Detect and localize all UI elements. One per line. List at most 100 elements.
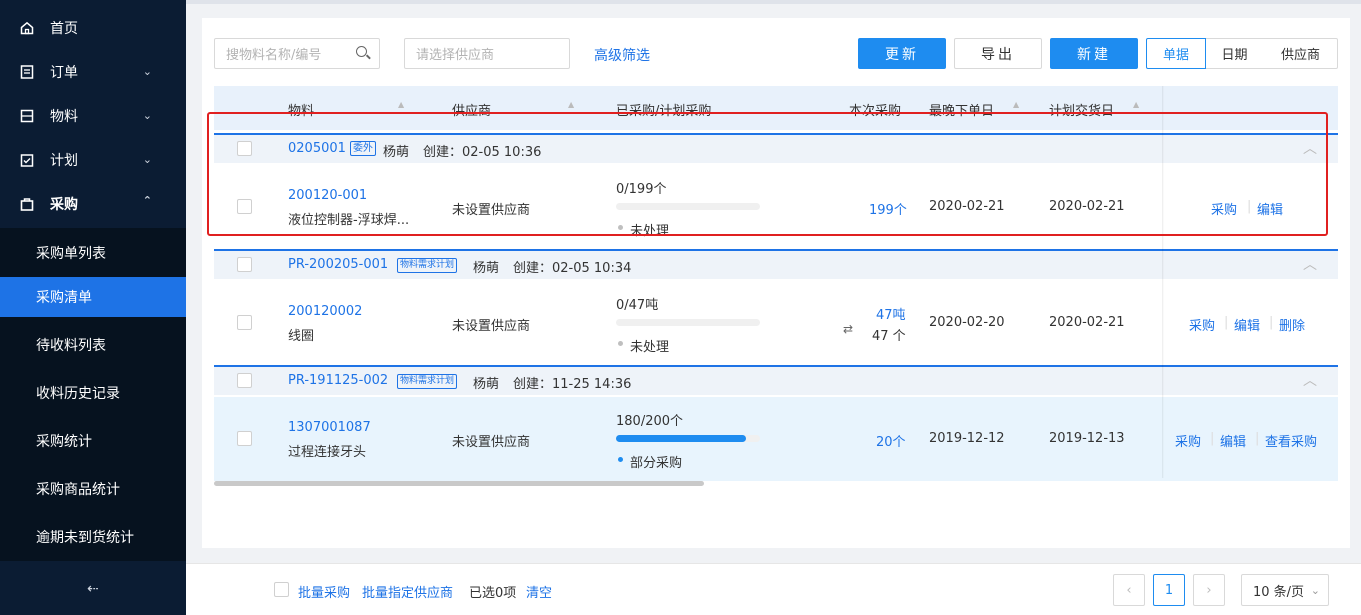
page-number-button[interactable]: 1 <box>1153 574 1185 606</box>
prev-page-button[interactable]: ‹ <box>1113 574 1145 606</box>
sidebar-item-order[interactable]: 订单 ⌄ <box>0 50 186 94</box>
action-divider: | <box>1210 431 1215 446</box>
batch-supplier-button[interactable]: 批量指定供应商 <box>362 582 453 601</box>
sidebar-sub-pending-receipt[interactable]: 待收料列表 <box>0 325 186 365</box>
collapse-sidebar-button[interactable]: ⇠ <box>0 563 186 615</box>
progress-fill <box>616 435 746 442</box>
bag-icon <box>20 198 34 211</box>
action-divider: | <box>1269 315 1274 330</box>
action-divider: | <box>1255 431 1260 446</box>
plan-icon <box>20 154 34 167</box>
supplier-placeholder: 请选择供应商 <box>416 48 495 63</box>
material-icon <box>20 109 34 123</box>
chevron-down-icon: ⌄ <box>1310 583 1320 597</box>
sidebar-sub-purchase-goods-stats[interactable]: 采购商品统计 <box>0 469 186 509</box>
sidebar-item-home[interactable]: 首页 <box>0 6 186 50</box>
group-checkbox[interactable] <box>237 373 252 388</box>
table-row <box>214 397 1338 481</box>
status-dot <box>618 341 623 346</box>
group-created: 创建：02-05 10:34 <box>513 261 632 276</box>
sidebar-item-material[interactable]: 物料 ⌄ <box>0 94 186 138</box>
row-checkbox[interactable] <box>237 431 252 446</box>
progress-text: 180/200个 <box>616 414 684 429</box>
sidebar-sub-purchase-order-list[interactable]: 采购单列表 <box>0 233 186 273</box>
supplier-cell: 未设置供应商 <box>452 435 531 450</box>
chevron-down-icon: ⌄ <box>142 153 152 166</box>
top-divider <box>186 0 1361 4</box>
material-name: 过程连接牙头 <box>288 445 367 460</box>
delete-action[interactable]: 删除 <box>1279 315 1305 334</box>
group-checkbox[interactable] <box>237 257 252 272</box>
order-icon <box>20 65 34 79</box>
page-size-select[interactable]: 10 条/页 ⌄ <box>1241 574 1329 606</box>
quantity-link[interactable]: 47吨 <box>876 304 906 323</box>
delivery-date: 2019-12-13 <box>1049 431 1125 446</box>
sidebar-item-plan[interactable]: 计划 ⌄ <box>0 138 186 182</box>
view-tab-supplier[interactable]: 供应商 <box>1264 38 1338 69</box>
material-code-link[interactable]: 1307001087 <box>288 420 371 435</box>
latest-order-date: 2019-12-12 <box>929 431 1005 446</box>
edit-action[interactable]: 编辑 <box>1220 431 1246 450</box>
purchase-action[interactable]: 采购 <box>1189 315 1215 334</box>
status-text: 部分采购 <box>630 456 683 471</box>
sort-icon[interactable]: ▲ <box>568 100 574 109</box>
row-checkbox[interactable] <box>237 315 252 330</box>
supplier-select[interactable]: 请选择供应商 <box>404 38 570 69</box>
search-input[interactable]: 搜物料名称/编号 <box>214 38 380 69</box>
latest-order-date: 2020-02-20 <box>929 315 1005 330</box>
chevron-down-icon: ⌄ <box>142 65 152 78</box>
search-icon[interactable] <box>356 46 367 57</box>
quantity-converted: 47 个 <box>872 329 906 344</box>
chevron-down-icon: ⌄ <box>142 109 152 122</box>
material-name: 线圈 <box>288 329 315 344</box>
sort-icon[interactable]: ▲ <box>1013 100 1019 109</box>
home-icon <box>20 21 34 35</box>
group-tag: 物料需求计划 <box>397 374 458 389</box>
view-tab-document[interactable]: 单据 <box>1146 38 1206 69</box>
delivery-date: 2020-02-21 <box>1049 315 1125 330</box>
highlight-box <box>207 112 1328 236</box>
view-purchase-action[interactable]: 查看采购 <box>1265 431 1317 450</box>
selected-count: 已选0项 <box>469 586 517 601</box>
chevron-right-icon: › <box>1206 582 1212 598</box>
export-button[interactable]: 导出 <box>954 38 1042 69</box>
group-user: 杨萌 <box>473 261 500 276</box>
sidebar-item-label: 采购 <box>50 197 78 213</box>
batch-purchase-button[interactable]: 批量采购 <box>298 582 350 601</box>
supplier-cell: 未设置供应商 <box>452 319 531 334</box>
sort-icon[interactable]: ▲ <box>1133 100 1139 109</box>
advanced-filter-link[interactable]: 高级筛选 <box>594 45 650 65</box>
chevron-up-icon[interactable]: ︿ <box>1303 254 1317 274</box>
sidebar-item-label: 计划 <box>50 153 78 169</box>
select-all-checkbox[interactable] <box>274 582 289 597</box>
purchase-action[interactable]: 采购 <box>1175 431 1201 450</box>
action-divider: | <box>1224 315 1229 330</box>
create-button[interactable]: 新建 <box>1050 38 1138 69</box>
clear-selection-button[interactable]: 清空 <box>526 582 552 601</box>
sidebar-sub-purchase-list[interactable]: 采购清单 <box>0 277 186 317</box>
sidebar-sub-purchase-stats[interactable]: 采购统计 <box>0 421 186 461</box>
material-code-link[interactable]: 200120002 <box>288 304 362 319</box>
view-tab-date[interactable]: 日期 <box>1205 38 1265 69</box>
horizontal-scrollbar[interactable] <box>214 481 704 486</box>
sidebar: 首页 订单 ⌄ 物料 ⌄ 计划 ⌄ 采购 ⌃ 采购单列表 采购清单 待收料列表 … <box>0 0 186 615</box>
chevron-up-icon[interactable]: ︿ <box>1303 370 1317 390</box>
quantity-link[interactable]: 20个 <box>876 431 906 450</box>
refresh-button[interactable]: 更新 <box>858 38 946 69</box>
sort-icon[interactable]: ▲ <box>398 100 404 109</box>
group-code-link[interactable]: PR-191125-002 <box>288 373 388 388</box>
progress-bar <box>616 319 760 326</box>
arrow-left-icon: ⇠ <box>87 581 99 597</box>
search-placeholder: 搜物料名称/编号 <box>226 48 322 63</box>
next-page-button[interactable]: › <box>1193 574 1225 606</box>
status-text: 未处理 <box>630 340 670 355</box>
sidebar-item-purchase[interactable]: 采购 ⌃ <box>0 182 186 226</box>
group-code-link[interactable]: PR-200205-001 <box>288 257 388 272</box>
edit-action[interactable]: 编辑 <box>1234 315 1260 334</box>
chevron-left-icon: ‹ <box>1126 582 1132 598</box>
sidebar-sub-overdue-stats[interactable]: 逾期未到货统计 <box>0 517 186 557</box>
convert-icon[interactable]: ⇄ <box>843 322 853 336</box>
sidebar-sub-receipt-history[interactable]: 收料历史记录 <box>0 373 186 413</box>
table-row <box>214 281 1338 365</box>
sidebar-item-label: 首页 <box>50 21 78 37</box>
